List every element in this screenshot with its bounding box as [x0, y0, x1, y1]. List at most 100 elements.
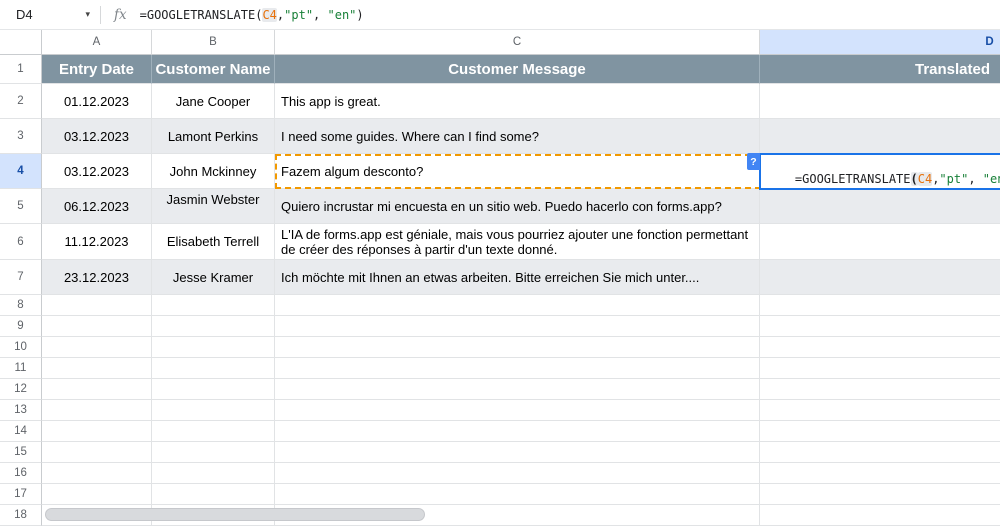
empty-cell[interactable]	[152, 295, 275, 316]
horizontal-scrollbar-thumb[interactable]	[45, 508, 425, 521]
cell-c6-message[interactable]: L'IA de forms.app est géniale, mais vous…	[275, 224, 760, 260]
name-box[interactable]: D4 ▾	[0, 7, 100, 22]
formula-token-string: "en"	[983, 172, 1000, 186]
cell-a7-date[interactable]: 23.12.2023	[42, 260, 152, 295]
row-header-1[interactable]: 1	[0, 55, 42, 84]
formula-token-cell-ref: C4	[918, 172, 932, 186]
empty-cell[interactable]	[42, 400, 152, 421]
empty-cell[interactable]	[760, 295, 1000, 316]
empty-cell[interactable]	[42, 337, 152, 358]
cell-c5-message[interactable]: Quiero incrustar mi encuesta en un sitio…	[275, 189, 760, 224]
cell-d3[interactable]	[760, 119, 1000, 154]
cell-c4-message-referenced[interactable]: Fazem algum desconto?	[275, 154, 760, 189]
cell-a5-date[interactable]: 06.12.2023	[42, 189, 152, 224]
empty-cell[interactable]	[760, 379, 1000, 400]
row-header-9[interactable]: 9	[0, 316, 42, 337]
cell-d6[interactable]	[760, 224, 1000, 260]
row-header-14[interactable]: 14	[0, 421, 42, 442]
cell-a3-date[interactable]: 03.12.2023	[42, 119, 152, 154]
empty-cell[interactable]	[275, 379, 760, 400]
cell-c2-message[interactable]: This app is great.	[275, 84, 760, 119]
empty-cell[interactable]	[152, 463, 275, 484]
row-header-17[interactable]: 17	[0, 484, 42, 505]
empty-cell[interactable]	[152, 358, 275, 379]
empty-cell[interactable]	[760, 316, 1000, 337]
row-header-10[interactable]: 10	[0, 337, 42, 358]
cell-a4-date[interactable]: 03.12.2023	[42, 154, 152, 189]
row-header-11[interactable]: 11	[0, 358, 42, 379]
empty-cell[interactable]	[275, 337, 760, 358]
empty-cell[interactable]	[42, 316, 152, 337]
empty-cell[interactable]	[152, 421, 275, 442]
empty-cell[interactable]	[760, 337, 1000, 358]
header-translated[interactable]: Translated	[760, 55, 1000, 84]
empty-cell[interactable]	[42, 484, 152, 505]
empty-cell[interactable]	[152, 484, 275, 505]
empty-cell[interactable]	[42, 295, 152, 316]
empty-cell[interactable]	[760, 505, 1000, 526]
column-header-d-selected[interactable]: D	[760, 30, 1000, 55]
empty-cell[interactable]	[42, 463, 152, 484]
cell-b4-name[interactable]: John Mckinney	[152, 154, 275, 189]
header-customer-message[interactable]: Customer Message	[275, 55, 760, 84]
column-header-b[interactable]: B	[152, 30, 275, 55]
cell-b6-name[interactable]: Elisabeth Terrell	[152, 224, 275, 260]
empty-cell[interactable]	[760, 421, 1000, 442]
empty-cell[interactable]	[152, 442, 275, 463]
row-header-6[interactable]: 6	[0, 224, 42, 260]
cell-d7[interactable]	[760, 260, 1000, 295]
header-entry-date[interactable]: Entry Date	[42, 55, 152, 84]
empty-cell[interactable]	[42, 442, 152, 463]
empty-cell[interactable]	[760, 484, 1000, 505]
row-header-7[interactable]: 7	[0, 260, 42, 295]
empty-cell[interactable]	[760, 400, 1000, 421]
row-header-15[interactable]: 15	[0, 442, 42, 463]
cell-d5[interactable]	[760, 189, 1000, 224]
cell-b7-name[interactable]: Jesse Kramer	[152, 260, 275, 295]
empty-cell[interactable]	[42, 358, 152, 379]
empty-cell[interactable]	[275, 316, 760, 337]
empty-cell[interactable]	[275, 358, 760, 379]
empty-cell[interactable]	[275, 295, 760, 316]
row-header-5[interactable]: 5	[0, 189, 42, 224]
empty-cell[interactable]	[42, 379, 152, 400]
column-header-c[interactable]: C	[275, 30, 760, 55]
cell-d2[interactable]	[760, 84, 1000, 119]
empty-cell[interactable]	[275, 463, 760, 484]
empty-cell[interactable]	[760, 442, 1000, 463]
empty-cell[interactable]	[275, 400, 760, 421]
header-customer-name[interactable]: Customer Name	[152, 55, 275, 84]
row-header-2[interactable]: 2	[0, 84, 42, 119]
empty-cell[interactable]	[152, 337, 275, 358]
cell-b2-name[interactable]: Jane Cooper	[152, 84, 275, 119]
column-header-a[interactable]: A	[42, 30, 152, 55]
empty-cell[interactable]	[760, 358, 1000, 379]
formula-input[interactable]: =GOOGLETRANSLATE(C4,"pt", "en")	[140, 8, 364, 22]
empty-cell[interactable]	[152, 400, 275, 421]
row-header-16[interactable]: 16	[0, 463, 42, 484]
row-header-4-selected[interactable]: 4	[0, 154, 42, 189]
empty-cell[interactable]	[275, 484, 760, 505]
chevron-down-icon[interactable]: ▾	[85, 10, 90, 19]
cell-b3-name[interactable]: Lamont Perkins	[152, 119, 275, 154]
cell-b5-name[interactable]: Jasmin Webster	[152, 189, 275, 224]
formula-token-string: "en"	[328, 8, 357, 22]
empty-cell[interactable]	[152, 316, 275, 337]
row-header-18[interactable]: 18	[0, 505, 42, 526]
help-icon[interactable]: ?	[747, 153, 760, 170]
row-header-3[interactable]: 3	[0, 119, 42, 154]
cell-a2-date[interactable]: 01.12.2023	[42, 84, 152, 119]
row-header-13[interactable]: 13	[0, 400, 42, 421]
empty-cell[interactable]	[760, 463, 1000, 484]
empty-cell[interactable]	[42, 421, 152, 442]
row-header-12[interactable]: 12	[0, 379, 42, 400]
select-all-corner[interactable]	[0, 30, 42, 55]
cell-a6-date[interactable]: 11.12.2023	[42, 224, 152, 260]
empty-cell[interactable]	[152, 379, 275, 400]
row-header-8[interactable]: 8	[0, 295, 42, 316]
empty-cell[interactable]	[275, 442, 760, 463]
cell-c3-message[interactable]: I need some guides. Where can I find som…	[275, 119, 760, 154]
empty-cell[interactable]	[275, 421, 760, 442]
cell-c7-message[interactable]: Ich möchte mit Ihnen an etwas arbeiten. …	[275, 260, 760, 295]
cell-editor-d4[interactable]: ?=GOOGLETRANSLATE(C4,"pt", "en")	[759, 153, 1000, 190]
